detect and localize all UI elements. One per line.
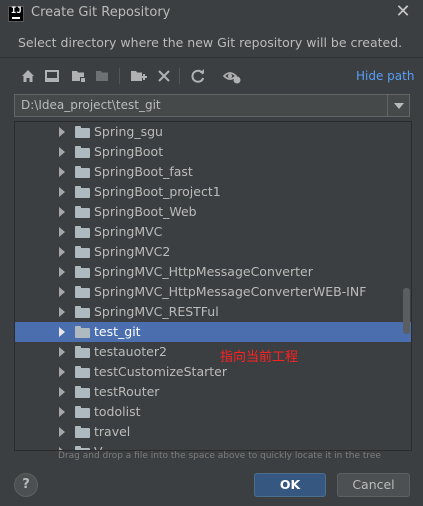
path-combobox[interactable]: D:\Idea_project\test_git <box>14 94 410 117</box>
dialog-description: Select directory where the new Git repos… <box>18 35 403 50</box>
folder-icon <box>75 406 90 418</box>
show-hidden-icon[interactable] <box>222 66 242 86</box>
chevron-right-icon[interactable] <box>59 147 65 157</box>
tree-row-label: V... <box>94 444 113 450</box>
toolbar-separator <box>119 68 120 84</box>
chevron-right-icon[interactable] <box>59 167 65 177</box>
tree-row-label: SpringMVC <box>94 224 163 239</box>
intellij-app-icon: IJ <box>8 6 24 22</box>
tree-row[interactable]: SpringBoot <box>15 142 411 162</box>
tree-row[interactable]: todolist <box>15 402 411 422</box>
tree-row[interactable]: SpringMVC <box>15 222 411 242</box>
desktop-icon[interactable] <box>42 66 62 86</box>
annotation-text: 指向当前工程 <box>220 350 299 365</box>
tree-row-label: SpringMVC_HttpMessageConverterWEB-INF <box>94 284 367 299</box>
tree-row[interactable]: test_git <box>15 322 411 342</box>
folder-icon <box>75 326 90 338</box>
folder-icon <box>75 186 90 198</box>
chevron-down-icon[interactable] <box>387 95 409 116</box>
chevron-right-icon[interactable] <box>59 247 65 257</box>
close-icon[interactable]: ✕ <box>393 2 413 22</box>
folder-icon <box>75 386 90 398</box>
directory-tree[interactable]: Spring_sgu SpringBoot SpringBoot_fast Sprin… <box>14 121 412 451</box>
title-bar: IJ Create Git Repository ✕ <box>0 0 423 28</box>
cancel-button[interactable]: Cancel <box>337 473 410 497</box>
chevron-right-icon[interactable] <box>59 347 65 357</box>
folder-icon <box>75 346 90 358</box>
tree-row[interactable]: Spring_sgu <box>15 122 411 142</box>
folder-icon <box>75 226 90 238</box>
delete-icon[interactable] <box>154 66 174 86</box>
chevron-right-icon[interactable] <box>59 227 65 237</box>
tree-row[interactable]: SpringBoot_Web <box>15 202 411 222</box>
folder-icon <box>75 306 90 318</box>
tree-row-label: SpringMVC_RESTFul <box>94 304 219 319</box>
chevron-right-icon[interactable] <box>59 127 65 137</box>
toolbar-separator <box>179 68 180 84</box>
folder-icon <box>75 426 90 438</box>
folder-icon <box>75 286 90 298</box>
drag-drop-hint: Drag and drop a file into the space abov… <box>58 451 381 461</box>
project-folder-icon[interactable] <box>69 66 89 86</box>
tree-row-label: SpringMVC_HttpMessageConverter <box>94 264 313 279</box>
chevron-right-icon[interactable] <box>59 307 65 317</box>
tree-scrollbar[interactable] <box>403 288 410 334</box>
refresh-icon[interactable] <box>188 66 208 86</box>
tree-row-label: SpringBoot_project1 <box>94 184 221 199</box>
tree-row-label: Spring_sgu <box>94 124 163 139</box>
folder-icon <box>75 246 90 258</box>
tree-row[interactable]: SpringMVC2 <box>15 242 411 262</box>
chevron-right-icon[interactable] <box>59 427 65 437</box>
chevron-right-icon[interactable] <box>59 327 65 337</box>
chevron-right-icon[interactable] <box>59 387 65 397</box>
tree-row-label: SpringBoot_Web <box>94 204 197 219</box>
folder-icon <box>75 206 90 218</box>
tree-row[interactable]: travel <box>15 422 411 442</box>
tree-row-label: todolist <box>94 404 141 419</box>
tree-row[interactable]: testCustomizeStarter <box>15 362 411 382</box>
tree-row[interactable]: SpringMVC_RESTFul <box>15 302 411 322</box>
chevron-right-icon[interactable] <box>59 207 65 217</box>
tree-row-label: testauoter2 <box>94 344 167 359</box>
folder-icon <box>75 266 90 278</box>
path-input[interactable]: D:\Idea_project\test_git <box>21 98 161 112</box>
app-icon-text: IJ <box>11 6 22 16</box>
tree-row[interactable]: SpringBoot_project1 <box>15 182 411 202</box>
folder-icon <box>75 126 90 138</box>
tree-row[interactable]: testRouter <box>15 382 411 402</box>
tree-row[interactable]: V... <box>15 442 411 450</box>
hide-path-link[interactable]: Hide path <box>356 69 414 83</box>
window-title: Create Git Repository <box>31 5 171 20</box>
ok-button[interactable]: OK <box>254 473 326 497</box>
tree-row-label: travel <box>94 424 131 439</box>
module-folder-icon[interactable] <box>93 66 113 86</box>
tree-row-label: testCustomizeStarter <box>94 364 227 379</box>
tree-row[interactable]: SpringBoot_fast <box>15 162 411 182</box>
tree-row-label: SpringBoot <box>94 144 164 159</box>
chevron-right-icon[interactable] <box>59 367 65 377</box>
tree-row[interactable]: testauoter2 <box>15 342 411 362</box>
divider <box>0 57 423 58</box>
tree-row-label: testRouter <box>94 384 160 399</box>
help-button[interactable]: ? <box>14 473 38 497</box>
folder-icon <box>75 366 90 378</box>
home-icon[interactable] <box>18 66 38 86</box>
tree-row-label: SpringBoot_fast <box>94 164 193 179</box>
chevron-right-icon[interactable] <box>59 187 65 197</box>
chevron-right-icon[interactable] <box>59 287 65 297</box>
folder-icon <box>75 146 90 158</box>
tree-row-label: SpringMVC2 <box>94 244 171 259</box>
new-folder-icon[interactable] <box>128 66 148 86</box>
tree-row-label: test_git <box>94 324 141 339</box>
tree-row[interactable]: SpringMVC_HttpMessageConverterWEB-INF <box>15 282 411 302</box>
folder-icon <box>75 166 90 178</box>
chevron-right-icon[interactable] <box>59 407 65 417</box>
tree-row[interactable]: SpringMVC_HttpMessageConverter <box>15 262 411 282</box>
chevron-right-icon[interactable] <box>59 267 65 277</box>
